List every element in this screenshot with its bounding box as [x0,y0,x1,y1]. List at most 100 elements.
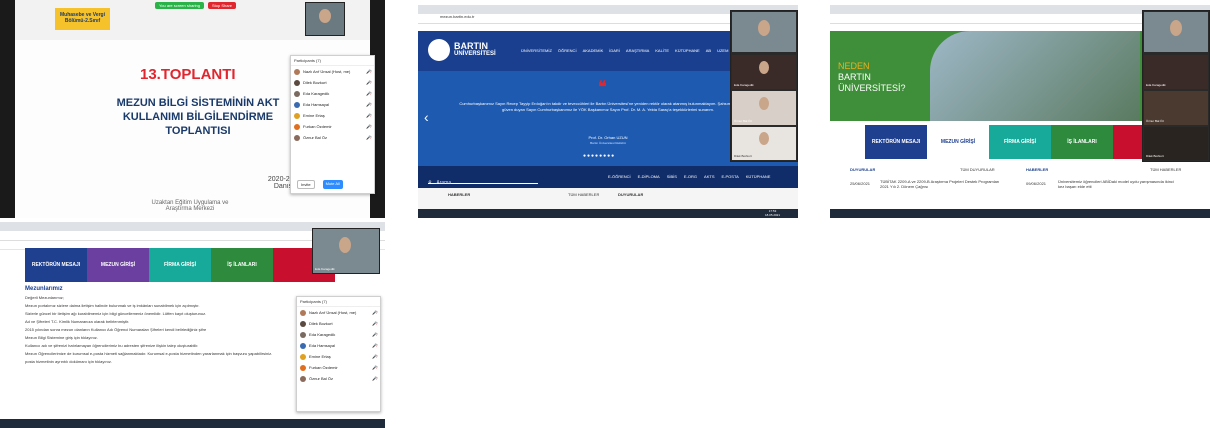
mic-muted-icon[interactable]: 🎤̸ [366,124,371,129]
slide-title-line-3: TOPLANTISI [165,125,231,137]
hero-line-1: NEDEN [838,61,870,71]
search-box[interactable]: ⌕ Arama [428,171,538,186]
screen-sharing-indicator: You are screen sharing [155,2,204,9]
participant-row[interactable]: Furkan Özdemir 🎤̸ [297,362,380,373]
clock-date: 18.05.2021 [764,213,780,217]
feature-tile[interactable]: FİRMA GİRİŞİ [989,125,1051,159]
mic-muted-icon[interactable]: 🎤̸ [372,321,377,326]
quick-link[interactable]: E-ÖĞRENCİ [608,174,631,179]
participant-name: Eda Hamsayal [303,102,330,107]
all-news-link[interactable]: TÜM HABERLER [568,192,599,197]
participants-panel-title: Participants (7) [291,56,374,66]
participant-row[interactable]: Eda Hamsayal 🎤̸ [297,340,380,351]
participant-name: Eda Hamsayal [309,343,336,348]
feature-tile[interactable]: MEZUN GİRİŞİ [927,125,989,159]
nav-item[interactable]: İDARİ [606,48,623,53]
feature-tile[interactable]: REKTÖRÜN MESAJI [25,248,87,282]
participant-row[interactable]: Öznur Bal Öz 🎤̸ [297,373,380,384]
quick-link[interactable]: SİBİS [667,174,677,179]
mic-muted-icon[interactable]: 🎤̸ [366,69,371,74]
video-tile-presenter [1144,12,1208,52]
quick-link[interactable]: E-ORG [684,174,697,179]
news-title: HABERLER [448,192,471,197]
participant-row[interactable]: Nazlı Arıf Ünsal (Host, me) 🎤̸ [297,307,380,318]
mic-muted-icon[interactable]: 🎤̸ [372,332,377,337]
feature-tile[interactable]: FİRMA GİRİŞİ [149,248,211,282]
windows-taskbar [830,209,1210,218]
participant-name: Dilek Bozkurt [309,321,333,326]
logo-line-1: BARTIN [454,41,488,51]
mic-muted-icon[interactable]: 🎤̸ [366,135,371,140]
search-placeholder: Arama [436,180,452,186]
nav-item[interactable]: AB [703,48,714,53]
address-url: mezun.bartin.edu.tr [440,14,475,19]
mute-all-button[interactable]: Mute All [322,180,343,189]
feature-tile[interactable]: İŞ İLANLARI [1051,125,1113,159]
prev-arrow-icon[interactable]: ‹ [424,109,429,125]
avatar [300,309,306,316]
mic-muted-icon[interactable]: 🎤̸ [366,80,371,85]
mic-muted-icon[interactable]: 🎤̸ [372,343,377,348]
feature-tiles: REKTÖRÜN MESAJI MEZUN GİRİŞİ FİRMA GİRİŞİ İ… [865,125,1175,159]
feature-tile[interactable]: REKTÖRÜN MESAJI [865,125,927,159]
paragraph: posta hizmetinin ayrıntılı dokümanı için… [25,359,112,364]
hero-quote: Cumhurbaşkanımız Sayın Recep Tayyip Erdo… [459,101,757,112]
mic-muted-icon[interactable]: 🎤̸ [372,310,377,315]
col1-all-link[interactable]: TÜM DUYURULAR [960,167,995,172]
mic-muted-icon[interactable]: 🎤̸ [366,91,371,96]
col2-all-link[interactable]: TÜM HABERLER [1150,167,1181,172]
participant-row[interactable]: Eda Hamsayal 🎤̸ [291,99,374,110]
avatar [294,134,300,141]
participant-row[interactable]: Emine Ertaş 🎤̸ [297,351,380,362]
participant-row[interactable]: Dilek Bozkurt 🎤̸ [297,318,380,329]
participant-row[interactable]: Nazlı Arıf Ünsal (Host, me) 🎤̸ [291,66,374,77]
quote-role: Bartın Üniversitesi Rektörü [590,141,626,145]
paragraph: Sizlerle güncel bir iletişim ağı kurabil… [25,311,207,316]
video-tile-3: Dilek Bozkurt [1144,127,1208,160]
nav-item[interactable]: KALİTE [652,48,672,53]
quote-author: Prof. Dr. Orhan UZUN [588,135,628,140]
hero-line-2: BARTIN [838,72,871,82]
participant-row[interactable]: Emine Ertaş 🎤̸ [291,110,374,121]
nav-item[interactable]: ARAŞTIRMA [623,48,652,53]
invite-button[interactable]: Invite [297,180,315,189]
feature-tile[interactable]: MEZUN GİRİŞİ [87,248,149,282]
participant-row[interactable]: Eda Karagedik 🎤̸ [297,329,380,340]
avatar [294,79,300,86]
mic-muted-icon[interactable]: 🎤̸ [366,102,371,107]
slider-dots[interactable]: ●●●●●●●● [583,153,615,159]
quick-link[interactable]: E-DİPLOMA [638,174,660,179]
participant-row[interactable]: Dilek Bozkurt 🎤̸ [291,77,374,88]
nav-item[interactable]: ÜNİVERSİTEMİZ [518,48,555,53]
stop-share-button[interactable]: Stop Share [208,2,237,9]
nav-item[interactable]: UZEM [714,48,731,53]
nav-item[interactable]: AKADEMİK [580,48,607,53]
mic-muted-icon[interactable]: 🎤̸ [372,365,377,370]
nav-item[interactable]: KÜTÜPHANE [672,48,703,53]
item1-text[interactable]: TÜBİTAK 2209-A ve 2209-B Araştırma Proje… [880,179,1000,189]
slide-title-line-1: MEZUN BİLGİ SİSTEMİNİN AKT [116,97,280,109]
participant-name: Eda Karagedik [303,91,330,96]
mic-muted-icon[interactable]: 🎤̸ [372,376,377,381]
meeting-number: 13.TOPLANTI [140,66,236,83]
paragraph: Mezun Bilgi Sistemine giriş için tıklayı… [25,335,98,340]
participant-row[interactable]: Furkan Özdemir 🎤̸ [291,121,374,132]
avatar [300,375,306,382]
mic-muted-icon[interactable]: 🎤̸ [366,113,371,118]
avatar [294,68,300,75]
quick-link[interactable]: AKTS [704,174,714,179]
nav-item[interactable]: ÖĞRENCİ [555,48,580,53]
paragraph: 2015 yılından sonra mezun olanların Kull… [25,327,207,332]
quick-link[interactable]: E-POSTA [722,174,739,179]
participant-row[interactable]: Eda Karagedik 🎤̸ [291,88,374,99]
feature-tile[interactable]: İŞ İLANLARI [211,248,273,282]
presenter-video [305,2,345,36]
quick-links: E-ÖĞRENCİ E-DİPLOMA SİBİS E-ORG AKTS E-POSTA K… [608,174,770,179]
participant-name: Nazlı Arıf Ünsal (Host, me) [303,69,351,74]
news-strip: HABERLER TÜM HABERLER DUYURULAR [418,188,798,209]
participants-panel-title: Participants (7) [297,297,380,307]
quick-link[interactable]: KÜTÜPHANE [746,174,771,179]
mic-muted-icon[interactable]: 🎤̸ [372,354,377,359]
item2-text[interactable]: Üniversitemiz öğrencileri ABİDaki model … [1058,179,1178,189]
participant-row[interactable]: Öznur Bal Öz 🎤̸ [291,132,374,143]
